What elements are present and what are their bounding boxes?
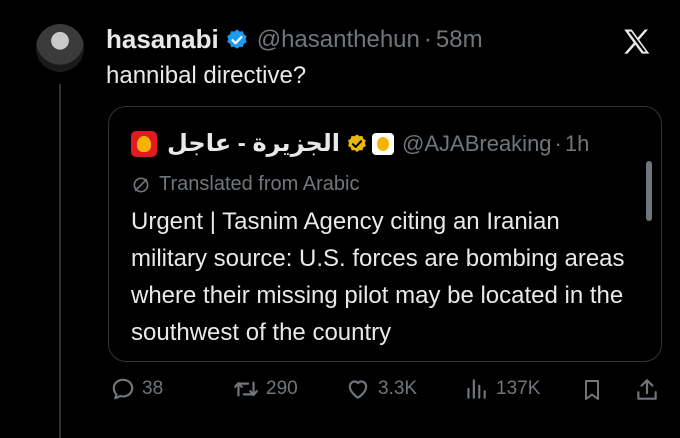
reply-button[interactable]: 38 (110, 376, 163, 402)
author-handle[interactable]: @hasanthehun (257, 26, 420, 54)
translated-label: Translated from Arabic (159, 173, 360, 195)
tweet-header: hasanabi @hasanthehun · 58m (106, 24, 483, 55)
repost-button[interactable]: 290 (232, 376, 298, 402)
reply-icon (112, 378, 134, 400)
repost-icon (234, 381, 258, 397)
like-count: 3.3K (378, 378, 418, 399)
translate-icon (133, 177, 149, 192)
bookmark-icon (585, 380, 599, 400)
separator-dot: · (423, 25, 432, 53)
quote-display-name[interactable]: الجزيرة - عاجل (167, 129, 340, 158)
quote-handle[interactable]: @AJABreaking (402, 131, 552, 157)
quoted-tweet[interactable]: الجزيرة - عاجل @AJABreaking · 1h Transla… (108, 106, 662, 362)
views-icon (467, 379, 486, 399)
author-display-name[interactable]: hasanabi (106, 24, 219, 55)
repost-count: 290 (266, 378, 298, 399)
thread-line (59, 84, 61, 438)
quote-separator-dot: · (554, 130, 562, 156)
x-logo-icon[interactable] (620, 26, 654, 60)
verified-badge-icon (225, 28, 249, 52)
avatar[interactable] (36, 24, 84, 72)
quote-header: الجزيرة - عاجل @AJABreaking · 1h (131, 129, 589, 158)
gold-badge-icon (346, 133, 368, 155)
action-bar: 38 290 3.3K 137K (104, 376, 664, 410)
bookmark-button[interactable] (580, 376, 610, 404)
views-count: 137K (496, 378, 541, 399)
affiliate-logo-icon (372, 132, 395, 155)
views-button[interactable]: 137K (462, 376, 540, 402)
share-icon (637, 379, 657, 400)
quote-body-text: Urgent | Tasnim Agency citing an Iranian… (131, 208, 625, 346)
like-button[interactable]: 3.3K (344, 376, 417, 402)
translated-note[interactable]: Translated from Arabic (131, 173, 359, 196)
reply-count: 38 (142, 378, 164, 399)
quote-time[interactable]: 1h (565, 131, 589, 157)
tweet-text: hannibal directive? (106, 62, 307, 89)
like-icon (348, 380, 368, 399)
quote-avatar[interactable] (131, 130, 157, 157)
quote-scrollbar[interactable] (646, 161, 652, 221)
share-button[interactable] (634, 376, 666, 404)
post-time[interactable]: 58m (436, 26, 483, 54)
